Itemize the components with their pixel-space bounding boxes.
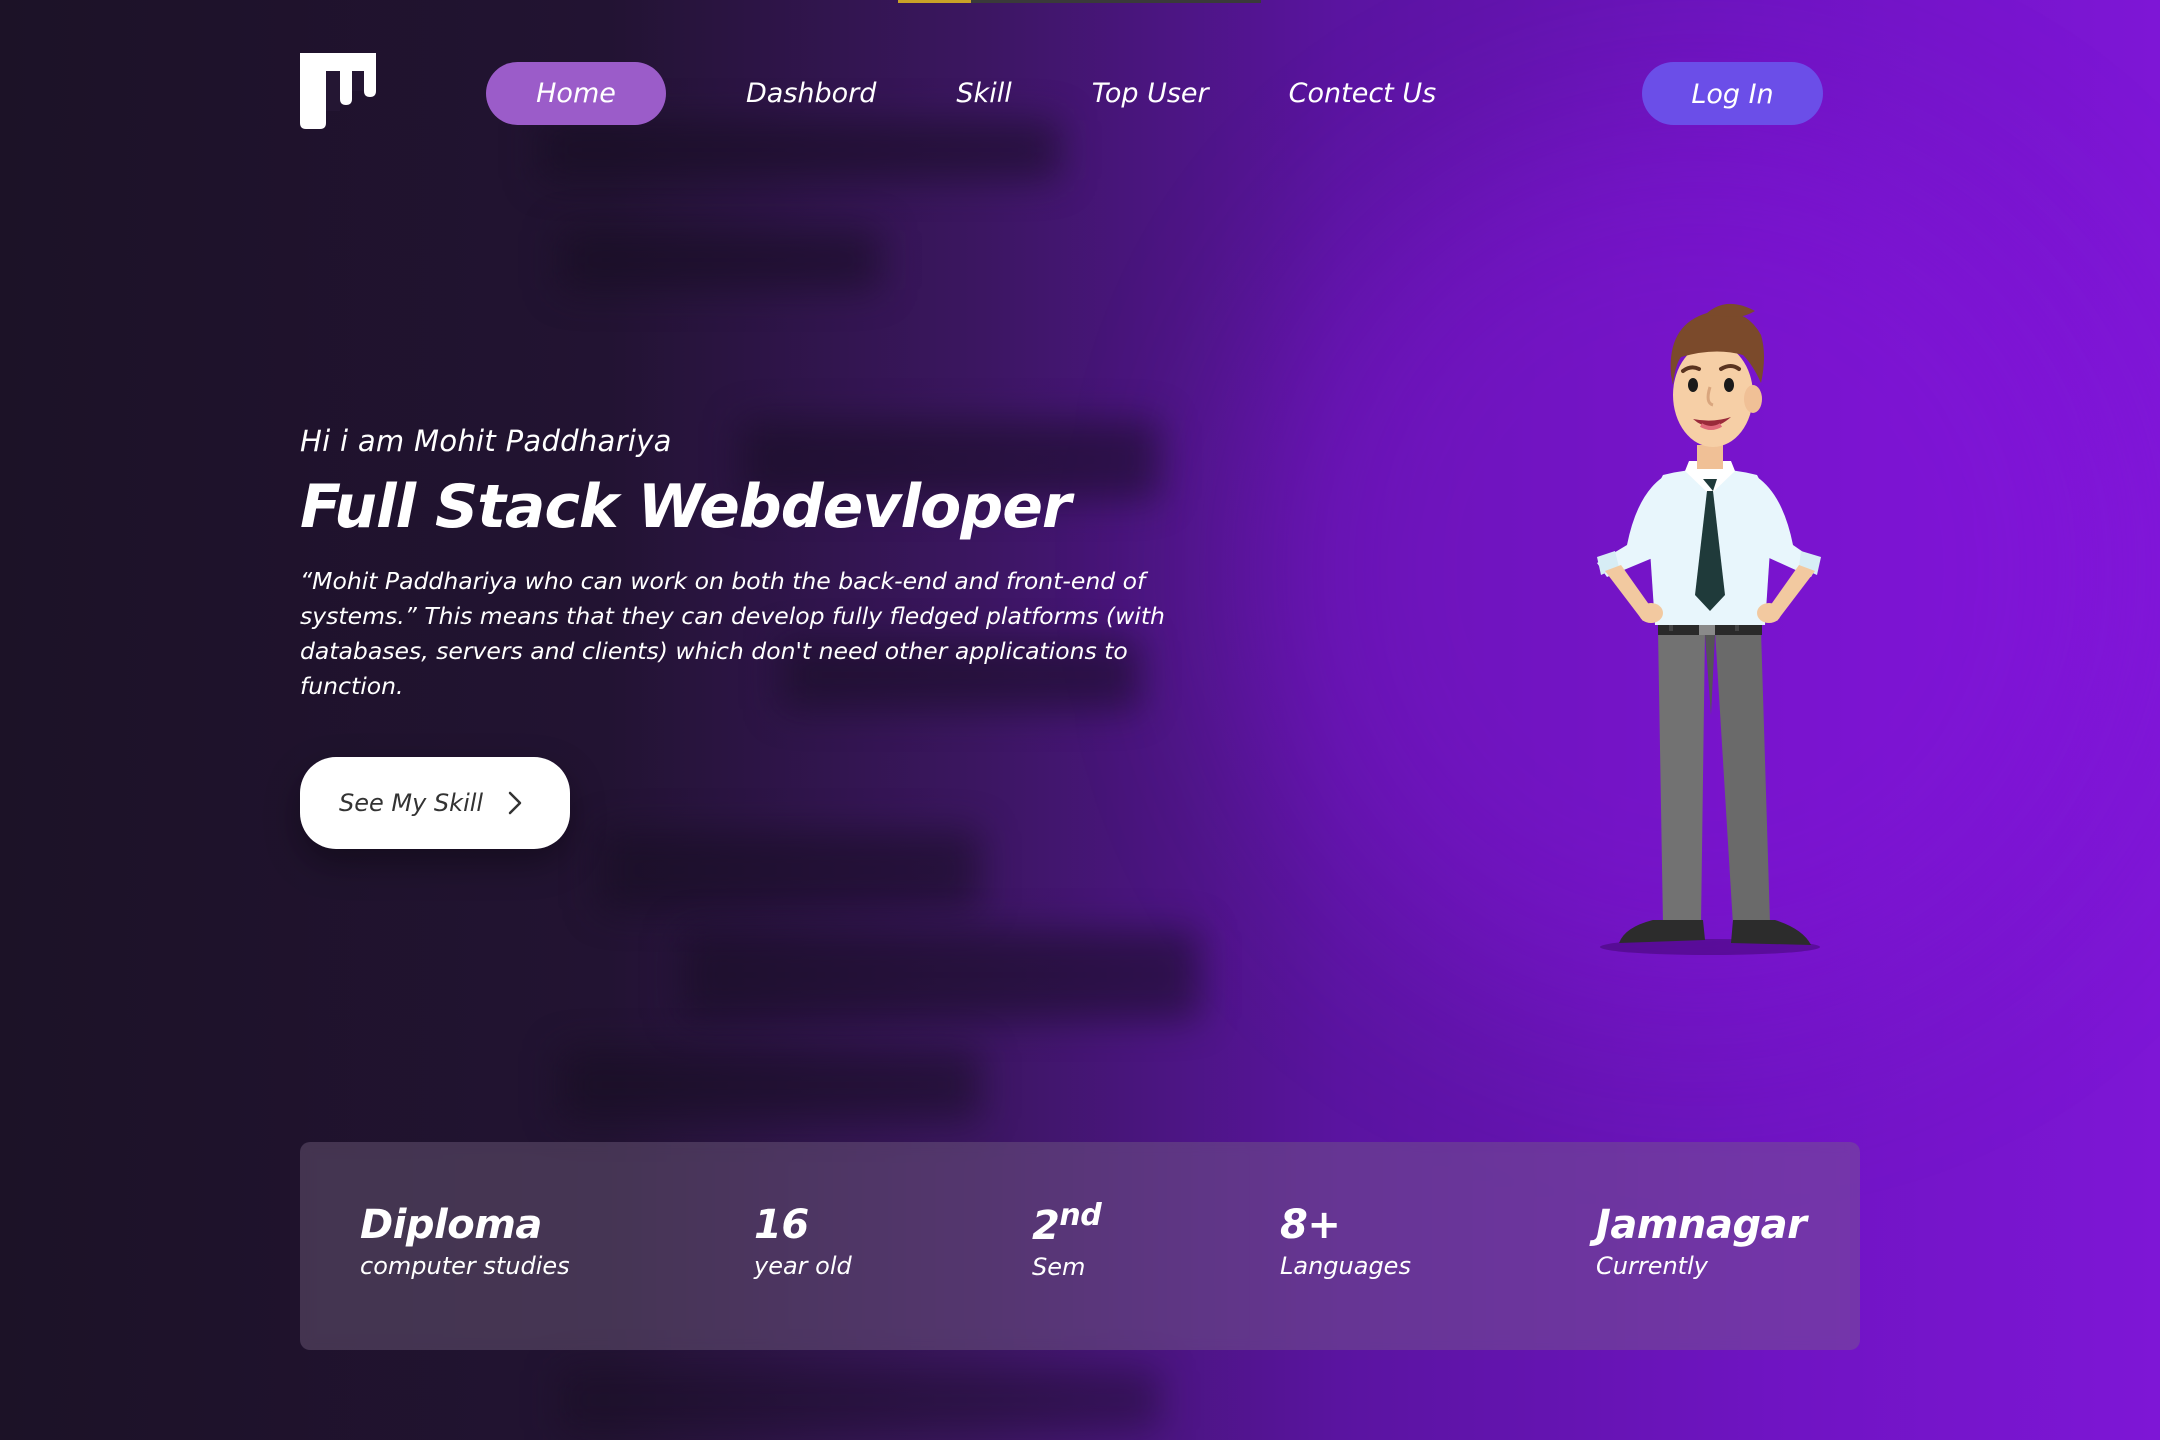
background-stripe <box>560 1050 980 1120</box>
nav-home[interactable]: Home <box>486 62 666 125</box>
stat-semester: 2nd Sem <box>1032 1198 1102 1281</box>
login-button[interactable]: Log In <box>1642 62 1823 125</box>
stat-value: 8+ <box>1280 1202 1341 1248</box>
nav-top-user[interactable]: Top User <box>1092 62 1209 125</box>
hero-greeting: Hi i am Mohit Paddhariya <box>300 424 672 458</box>
see-my-skill-label: See My Skill <box>339 789 484 817</box>
main-nav: Home Dashbord Skill Top User Contect Us <box>486 62 1436 125</box>
top-progress-fill <box>898 0 971 3</box>
stat-value: 16 <box>754 1202 809 1248</box>
nav-dashbord[interactable]: Dashbord <box>746 62 876 125</box>
background-stripe <box>540 120 1060 180</box>
stat-value-suffix: nd <box>1059 1198 1102 1233</box>
stat-value-number: 2 <box>1032 1203 1060 1249</box>
background-stripe <box>680 930 1200 1020</box>
stat-value: Jamnagar <box>1596 1202 1807 1248</box>
background-stripe <box>600 830 980 910</box>
stat-label: Sem <box>1032 1253 1086 1281</box>
nav-contect-us[interactable]: Contect Us <box>1289 62 1437 125</box>
stat-label: Languages <box>1280 1252 1411 1280</box>
stat-age: 16 year old <box>754 1202 852 1280</box>
nav-skill[interactable]: Skill <box>956 62 1011 125</box>
background-stripe <box>560 1370 1160 1430</box>
stat-label: year old <box>754 1252 852 1280</box>
hero-title: Full Stack Webdevloper <box>300 472 1071 542</box>
see-my-skill-button[interactable]: See My Skill <box>300 757 570 849</box>
businessman-illustration <box>1597 303 1821 955</box>
stat-value: 2nd <box>1032 1198 1102 1249</box>
stat-value: Diploma <box>360 1202 542 1248</box>
stat-label: Currently <box>1596 1252 1708 1280</box>
hero-description: “Mohit Paddhariya who can work on both t… <box>300 567 1165 700</box>
m-logo-icon[interactable] <box>300 53 376 129</box>
background-stripe <box>560 230 880 290</box>
chevron-right-icon <box>508 791 522 815</box>
stats-panel: Diploma computer studies 16 year old 2nd… <box>300 1142 1860 1350</box>
stat-education: Diploma computer studies <box>360 1202 570 1280</box>
stat-languages: 8+ Languages <box>1280 1202 1411 1280</box>
stat-location: Jamnagar Currently <box>1596 1202 1807 1280</box>
stat-label: computer studies <box>360 1252 570 1280</box>
